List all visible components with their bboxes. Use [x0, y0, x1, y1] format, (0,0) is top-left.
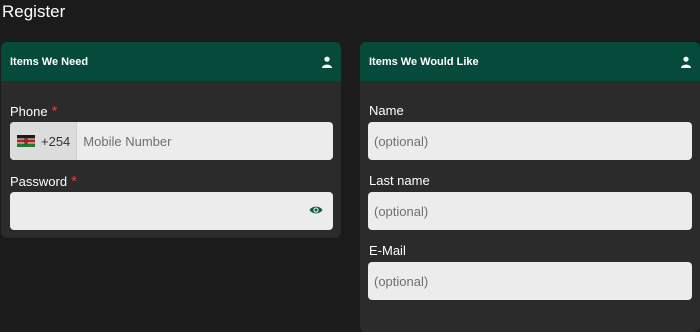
phone-label-text: Phone: [10, 104, 48, 119]
required-mark: *: [71, 173, 77, 190]
email-label: E-Mail: [369, 243, 406, 258]
items-we-need-card: Items We Need Phone * +254 Mobile Number …: [1, 42, 341, 238]
country-code-selector[interactable]: +254: [10, 122, 78, 160]
country-code: +254: [41, 133, 71, 149]
name-placeholder: (optional): [374, 133, 429, 149]
card-title: Items We Need: [10, 55, 89, 68]
card-header: Items We Would Like: [360, 42, 700, 81]
items-we-would-like-card: Items We Would Like Name (optional) Last…: [360, 42, 700, 332]
card-header: Items We Need: [1, 42, 341, 81]
phone-placeholder: Mobile Number: [83, 133, 172, 149]
kenya-flag-icon: [17, 135, 35, 147]
card-title: Items We Would Like: [369, 55, 479, 68]
user-icon: [681, 56, 691, 68]
phone-field[interactable]: +254 Mobile Number: [10, 122, 333, 160]
password-label-text: Password: [10, 174, 68, 189]
page-title: Register: [2, 2, 66, 21]
email-field[interactable]: (optional): [368, 262, 692, 300]
last-name-field[interactable]: (optional): [368, 192, 692, 230]
password-field[interactable]: [10, 192, 333, 230]
required-mark: *: [51, 103, 58, 120]
last-name-placeholder: (optional): [374, 203, 429, 219]
name-field[interactable]: (optional): [368, 122, 692, 160]
user-icon: [322, 56, 332, 68]
email-placeholder: (optional): [374, 273, 429, 289]
name-label: Name: [369, 103, 404, 118]
eye-icon[interactable]: [309, 204, 323, 216]
password-label: Password *: [10, 173, 77, 190]
phone-label: Phone *: [10, 103, 57, 120]
last-name-label: Last name: [369, 173, 430, 188]
